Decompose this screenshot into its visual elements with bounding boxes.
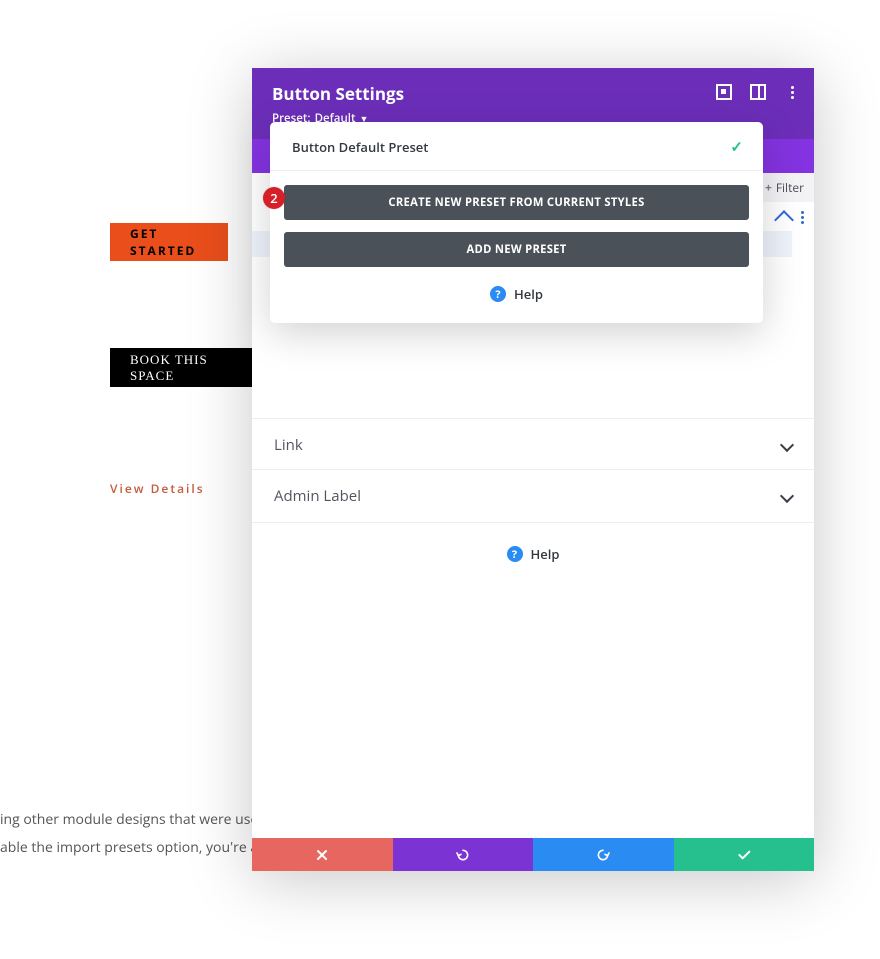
article-text-fragment: ing other module designs that were use xyxy=(0,806,258,834)
save-button[interactable] xyxy=(674,838,815,871)
filter-button[interactable]: + Filter xyxy=(757,173,814,202)
step-badge: 2 xyxy=(263,187,285,209)
preset-item-default[interactable]: Button Default Preset ✓ xyxy=(270,122,763,170)
filter-label: Filter xyxy=(776,179,804,196)
chevron-down-icon xyxy=(780,489,794,503)
help-label: Help xyxy=(531,545,560,563)
redo-icon xyxy=(595,847,611,863)
dropdown-help-link[interactable]: ? Help xyxy=(270,285,763,303)
divider xyxy=(270,170,763,171)
chevron-down-icon xyxy=(780,438,794,452)
cancel-button[interactable] xyxy=(252,838,393,871)
help-icon: ? xyxy=(507,546,523,562)
add-new-preset-button[interactable]: ADD NEW PRESET xyxy=(284,232,749,267)
article-text-fragment: able the import presets option, you're a xyxy=(0,834,258,862)
close-icon xyxy=(314,847,330,863)
accordion-link[interactable]: Link xyxy=(252,418,814,471)
accordion-admin-label-text: Admin Label xyxy=(274,486,361,506)
undo-button[interactable] xyxy=(393,838,534,871)
vertical-dots-icon[interactable] xyxy=(801,211,804,224)
section-controls xyxy=(777,207,804,227)
menu-dots-icon[interactable] xyxy=(784,84,800,100)
plus-icon: + xyxy=(765,179,772,196)
preset-item-label: Button Default Preset xyxy=(292,138,428,156)
help-icon: ? xyxy=(490,286,506,302)
scope-icon[interactable] xyxy=(716,84,732,100)
builder-stage: GET STARTED BOOK THIS SPACE View Details… xyxy=(0,0,880,959)
panel-action-bar xyxy=(252,838,814,871)
responsive-split-icon[interactable] xyxy=(750,84,766,100)
undo-icon xyxy=(455,847,471,863)
header-icon-group xyxy=(716,84,800,100)
help-label: Help xyxy=(514,285,543,303)
accordion-link-label: Link xyxy=(274,435,303,455)
create-preset-from-styles-button[interactable]: CREATE NEW PRESET FROM CURRENT STYLES xyxy=(284,185,749,220)
canvas-button-book-space[interactable]: BOOK THIS SPACE xyxy=(110,348,256,387)
check-icon: ✓ xyxy=(730,137,743,157)
canvas-link-view-details[interactable]: View Details xyxy=(110,480,205,497)
preset-dropdown: Button Default Preset ✓ CREATE NEW PRESE… xyxy=(270,122,763,323)
accordion-admin-label[interactable]: Admin Label xyxy=(252,469,814,523)
redo-button[interactable] xyxy=(533,838,674,871)
panel-help-link[interactable]: ? Help xyxy=(252,545,814,563)
chevron-up-icon[interactable] xyxy=(774,210,794,230)
check-icon xyxy=(736,847,752,863)
canvas-button-get-started[interactable]: GET STARTED xyxy=(110,223,228,261)
